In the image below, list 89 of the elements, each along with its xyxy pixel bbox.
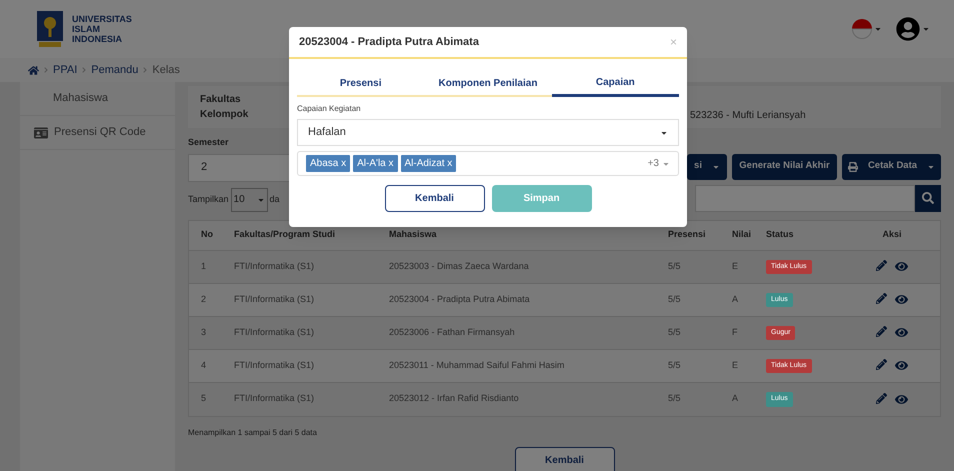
language-button[interactable] bbox=[852, 19, 882, 39]
edit-icon[interactable] bbox=[876, 326, 887, 337]
breadcrumb-link[interactable]: Pemandu bbox=[91, 62, 138, 78]
chevron-icon bbox=[142, 67, 148, 73]
table-cell-text: FTI/Informatika (S1) bbox=[234, 392, 316, 406]
back-button[interactable]: Kembali bbox=[384, 185, 484, 212]
table-cell-text: 20523006 - Fathan Firmansyah bbox=[389, 326, 516, 339]
column-header: Presensi bbox=[668, 228, 707, 242]
edit-icon[interactable] bbox=[876, 392, 887, 404]
eye-icon[interactable] bbox=[895, 392, 908, 406]
id-card-icon bbox=[34, 126, 48, 140]
tab[interactable]: Capaian bbox=[552, 71, 679, 97]
home-icon[interactable] bbox=[28, 64, 39, 76]
action-button[interactable]: Generate Nilai Akhir bbox=[732, 154, 837, 180]
edit-icon[interactable] bbox=[876, 260, 887, 271]
table-cell-text: 5 bbox=[201, 392, 208, 406]
breadcrumb-link[interactable]: PPAI bbox=[53, 62, 78, 78]
search-button[interactable] bbox=[915, 184, 941, 212]
modal-title: 20523004 - Pradipta Putra Abimata bbox=[299, 34, 479, 50]
user-icon bbox=[896, 17, 920, 41]
action-button[interactable]: Cetak Data bbox=[842, 154, 941, 180]
info-label: Fakultas bbox=[200, 93, 241, 107]
info-label: Kelompok bbox=[200, 108, 248, 122]
tab[interactable]: Presensi bbox=[297, 71, 424, 97]
table-cell-text: F bbox=[732, 326, 738, 339]
caret-icon bbox=[922, 25, 930, 33]
sidebar-item[interactable]: Presensi QR Code bbox=[20, 116, 175, 150]
selected-tag[interactable]: Al-Adizat x bbox=[400, 155, 456, 172]
column-header: Nilai bbox=[732, 228, 752, 242]
column-header: No bbox=[201, 228, 214, 242]
column-header: Fakultas/Program Studi bbox=[234, 228, 336, 242]
printer-icon bbox=[848, 162, 858, 172]
chevron-icon bbox=[43, 67, 49, 73]
save-button[interactable]: Simpan bbox=[492, 185, 592, 212]
university-name: UNIVERSITAS ISLAM INDONESIA bbox=[72, 14, 132, 44]
search-icon bbox=[922, 192, 934, 204]
page-length-select[interactable]: 10 bbox=[230, 188, 268, 212]
table-cell-text: 20523004 - Pradipta Putra Abimata bbox=[389, 292, 531, 306]
table-cell-text: 5/5 bbox=[668, 260, 682, 273]
field-label: Capaian Kegiatan bbox=[297, 103, 362, 115]
column-header: Status bbox=[766, 228, 795, 242]
table-cell-text: 5/5 bbox=[668, 392, 682, 406]
page-length-label: da bbox=[270, 192, 280, 206]
column-header: Aksi bbox=[881, 228, 902, 242]
eye-icon[interactable] bbox=[895, 326, 908, 339]
user-menu-button[interactable] bbox=[896, 17, 930, 41]
table-cell-text: 1 bbox=[201, 260, 208, 273]
selected-tag[interactable]: Abasa x bbox=[306, 155, 350, 172]
search-field[interactable] bbox=[695, 184, 915, 212]
info-value: 523236 - Mufti Leriansyah bbox=[690, 108, 806, 122]
table-cell-text: FTI/Informatika (S1) bbox=[234, 326, 316, 339]
breadcrumb-link[interactable]: Kelas bbox=[152, 62, 180, 78]
table-cell-text: 20523003 - Dimas Zaeca Wardana bbox=[389, 260, 530, 273]
tab[interactable]: Komponen Penilaian bbox=[424, 71, 552, 97]
chevron-icon bbox=[81, 67, 88, 73]
table-cell-text: 5/5 bbox=[668, 292, 682, 306]
selected-tag[interactable]: Al-A'la x bbox=[353, 155, 398, 172]
table-cell-text: 5/5 bbox=[668, 326, 682, 339]
tag-select-field[interactable]: Abasa x Al-A'la x Al-Adizat x +3 bbox=[297, 151, 679, 176]
eye-icon[interactable] bbox=[895, 359, 908, 372]
page-length-label: Tampilkan bbox=[188, 192, 229, 206]
table-cell-text: 5/5 bbox=[668, 358, 682, 372]
semester-label: Semester bbox=[188, 136, 230, 149]
sidebar-item[interactable]: Mahasiswa bbox=[20, 82, 175, 116]
action-button[interactable]: si bbox=[687, 154, 727, 180]
table-cell-text: FTI/Informatika (S1) bbox=[234, 260, 316, 273]
table-cell-text: E bbox=[732, 260, 740, 273]
eye-icon[interactable] bbox=[895, 293, 908, 306]
table-cell-text: 4 bbox=[201, 358, 208, 372]
table-cell-text: E bbox=[732, 358, 740, 372]
table-info: Menampilkan 1 sampai 5 dari 5 data bbox=[188, 426, 318, 438]
edit-icon[interactable] bbox=[876, 293, 887, 304]
capaian-select[interactable]: Hafalan bbox=[297, 119, 679, 146]
more-count: +3 bbox=[648, 157, 659, 171]
table-cell-text: 3 bbox=[201, 326, 208, 339]
table-cell-text: 2 bbox=[201, 292, 208, 306]
table-cell-text: A bbox=[732, 392, 740, 406]
back-button[interactable]: Kembali bbox=[514, 446, 614, 471]
table-cell-text: 20523011 - Muhammad Saiful Fahmi Hasim bbox=[389, 358, 566, 372]
university-logo-icon bbox=[36, 10, 64, 48]
eye-icon[interactable] bbox=[895, 260, 908, 273]
table-cell-text: FTI/Informatika (S1) bbox=[234, 358, 316, 372]
caret-icon bbox=[874, 25, 882, 33]
table-cell-text: A bbox=[732, 292, 740, 306]
table-cell-text: FTI/Informatika (S1) bbox=[234, 292, 316, 306]
table-cell-text: 20523012 - Irfan Rafid Risdianto bbox=[389, 392, 520, 406]
edit-icon[interactable] bbox=[876, 359, 887, 370]
flag-icon bbox=[852, 19, 872, 39]
column-header: Mahasiswa bbox=[389, 228, 438, 242]
